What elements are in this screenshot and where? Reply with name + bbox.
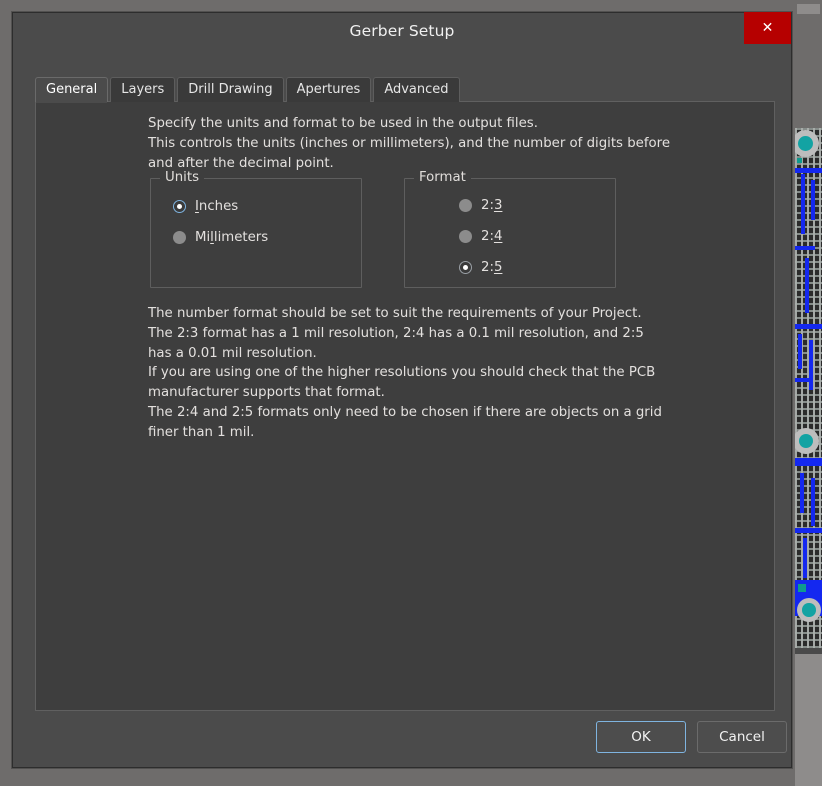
pcb-editor-strip (795, 0, 822, 786)
close-icon[interactable]: ✕ (744, 12, 791, 44)
tab-drill-drawing[interactable]: Drill Drawing (177, 77, 284, 102)
pcb-canvas[interactable] (795, 128, 822, 648)
format-group-title: Format (414, 170, 471, 185)
gerber-setup-dialog: Gerber Setup ✕ General Layers Drill Draw… (12, 12, 792, 768)
pcb-status-area (795, 648, 822, 786)
units-group-title: Units (160, 170, 204, 185)
radio-format-2-3-label: 2:3 (481, 198, 503, 213)
tab-general[interactable]: General (35, 77, 109, 103)
radio-indicator-icon (459, 261, 472, 274)
radio-format-2-4-label: 2:4 (481, 229, 503, 244)
tab-panel-general: Specify the units and format to be used … (35, 101, 775, 711)
cancel-button[interactable]: Cancel (697, 721, 787, 753)
pcb-via (798, 584, 806, 592)
intro-description: Specify the units and format to be used … (148, 116, 670, 171)
radio-format-2-5[interactable]: 2:5 (459, 260, 502, 275)
radio-indicator-icon (459, 199, 472, 212)
tab-bar: General Layers Drill Drawing Apertures A… (35, 77, 460, 103)
radio-units-millimeters[interactable]: Millimeters (173, 230, 268, 245)
radio-format-2-4[interactable]: 2:4 (459, 229, 502, 244)
ok-button[interactable]: OK (596, 721, 686, 753)
page-title: Gerber Setup (349, 22, 455, 40)
format-notes: The number format should be set to suit … (148, 306, 662, 440)
tab-advanced[interactable]: Advanced (373, 77, 460, 102)
radio-units-inches[interactable]: Inches (173, 199, 238, 214)
format-group: Format 2:3 2:4 2:5 (404, 170, 616, 288)
dialog-titlebar[interactable]: Gerber Setup ✕ (13, 12, 791, 49)
dialog-footer: OK Cancel (13, 711, 791, 767)
radio-indicator-icon (459, 230, 472, 243)
pcb-pad (797, 598, 821, 622)
radio-format-2-3[interactable]: 2:3 (459, 198, 502, 213)
radio-units-millimeters-label: Millimeters (195, 230, 269, 245)
radio-indicator-icon (173, 231, 186, 244)
tab-layers[interactable]: Layers (110, 77, 176, 102)
pcb-toolbar (795, 0, 822, 128)
pcb-footer-divider (795, 648, 822, 654)
tab-apertures[interactable]: Apertures (285, 77, 372, 102)
pcb-via (797, 158, 802, 163)
radio-units-inches-label: Inches (195, 199, 239, 214)
units-group: Units Inches Millimeters (150, 170, 362, 288)
radio-format-2-5-label: 2:5 (481, 260, 503, 275)
radio-indicator-icon (173, 200, 186, 213)
